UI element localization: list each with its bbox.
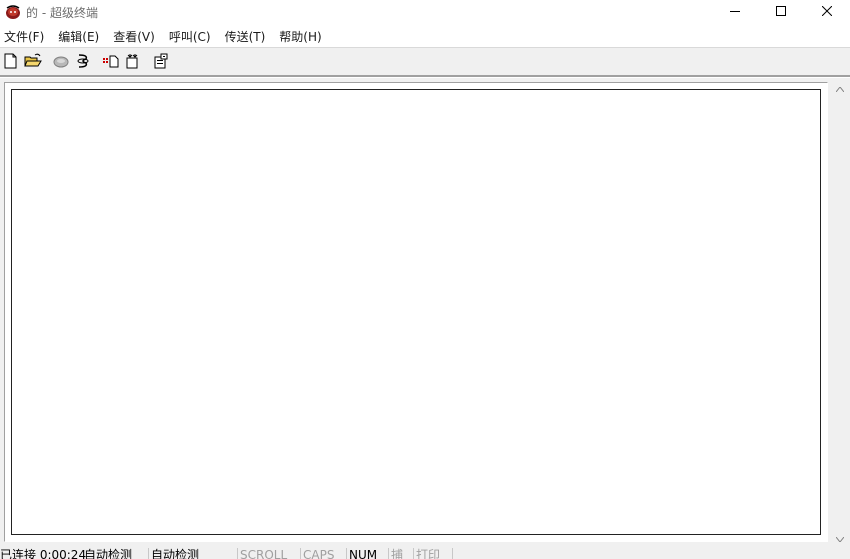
vertical-scrollbar[interactable]	[832, 80, 848, 546]
send-button[interactable]	[100, 51, 122, 73]
close-icon	[821, 5, 833, 19]
minimize-icon	[730, 5, 740, 19]
hyperterminal-phone-icon[interactable]	[5, 4, 21, 20]
properties-button[interactable]	[150, 51, 172, 73]
maximize-button[interactable]	[758, 0, 804, 24]
minimize-button[interactable]	[712, 0, 758, 24]
status-bar: 已连接 0:00:24 自动检测 自动检测 SCROLL CAPS NUM 捕 …	[0, 546, 850, 559]
menu-transfer[interactable]: 传送(T)	[221, 28, 270, 45]
status-print: 打印	[413, 548, 440, 559]
status-capture: 捕	[388, 548, 403, 559]
menu-edit[interactable]: 编辑(E)	[54, 28, 103, 45]
menu-view[interactable]: 查看(V)	[109, 28, 159, 45]
menu-call[interactable]: 呼叫(C)	[165, 28, 215, 45]
title-bar[interactable]: 的 - 超级终端	[0, 0, 850, 24]
chevron-down-icon	[835, 531, 845, 545]
status-end-divider	[452, 548, 457, 559]
call-button[interactable]	[50, 51, 72, 73]
scroll-up-button[interactable]	[832, 80, 848, 96]
maximize-icon	[776, 5, 786, 19]
chevron-up-icon	[835, 81, 845, 95]
new-connection-button[interactable]	[0, 51, 22, 73]
status-detect-2: 自动检测	[148, 548, 199, 559]
status-detect-1: 自动检测	[84, 548, 133, 559]
open-icon	[24, 53, 42, 72]
disconnect-icon	[76, 53, 90, 72]
new-icon	[4, 53, 18, 72]
status-num: NUM	[346, 548, 377, 559]
menu-help[interactable]: 帮助(H)	[275, 28, 325, 45]
status-caps: CAPS	[300, 548, 334, 559]
call-icon	[53, 54, 69, 71]
menu-bar: 文件(F) 编辑(E) 查看(V) 呼叫(C) 传送(T) 帮助(H)	[0, 25, 850, 47]
terminal-frame	[4, 82, 828, 542]
open-button[interactable]	[22, 51, 44, 73]
close-button[interactable]	[804, 0, 850, 24]
client-area	[0, 78, 850, 546]
receive-button[interactable]	[122, 51, 144, 73]
status-scroll: SCROLL	[237, 548, 287, 559]
scroll-down-button[interactable]	[832, 530, 848, 546]
menu-file[interactable]: 文件(F)	[0, 28, 48, 45]
window-title: 的 - 超级终端	[26, 5, 98, 20]
send-icon	[103, 54, 119, 71]
toolbar	[0, 47, 850, 76]
properties-icon	[153, 53, 169, 72]
disconnect-button[interactable]	[72, 51, 94, 73]
receive-icon	[125, 53, 141, 72]
status-connection: 已连接 0:00:24	[0, 548, 87, 559]
terminal-screen[interactable]	[11, 89, 821, 535]
